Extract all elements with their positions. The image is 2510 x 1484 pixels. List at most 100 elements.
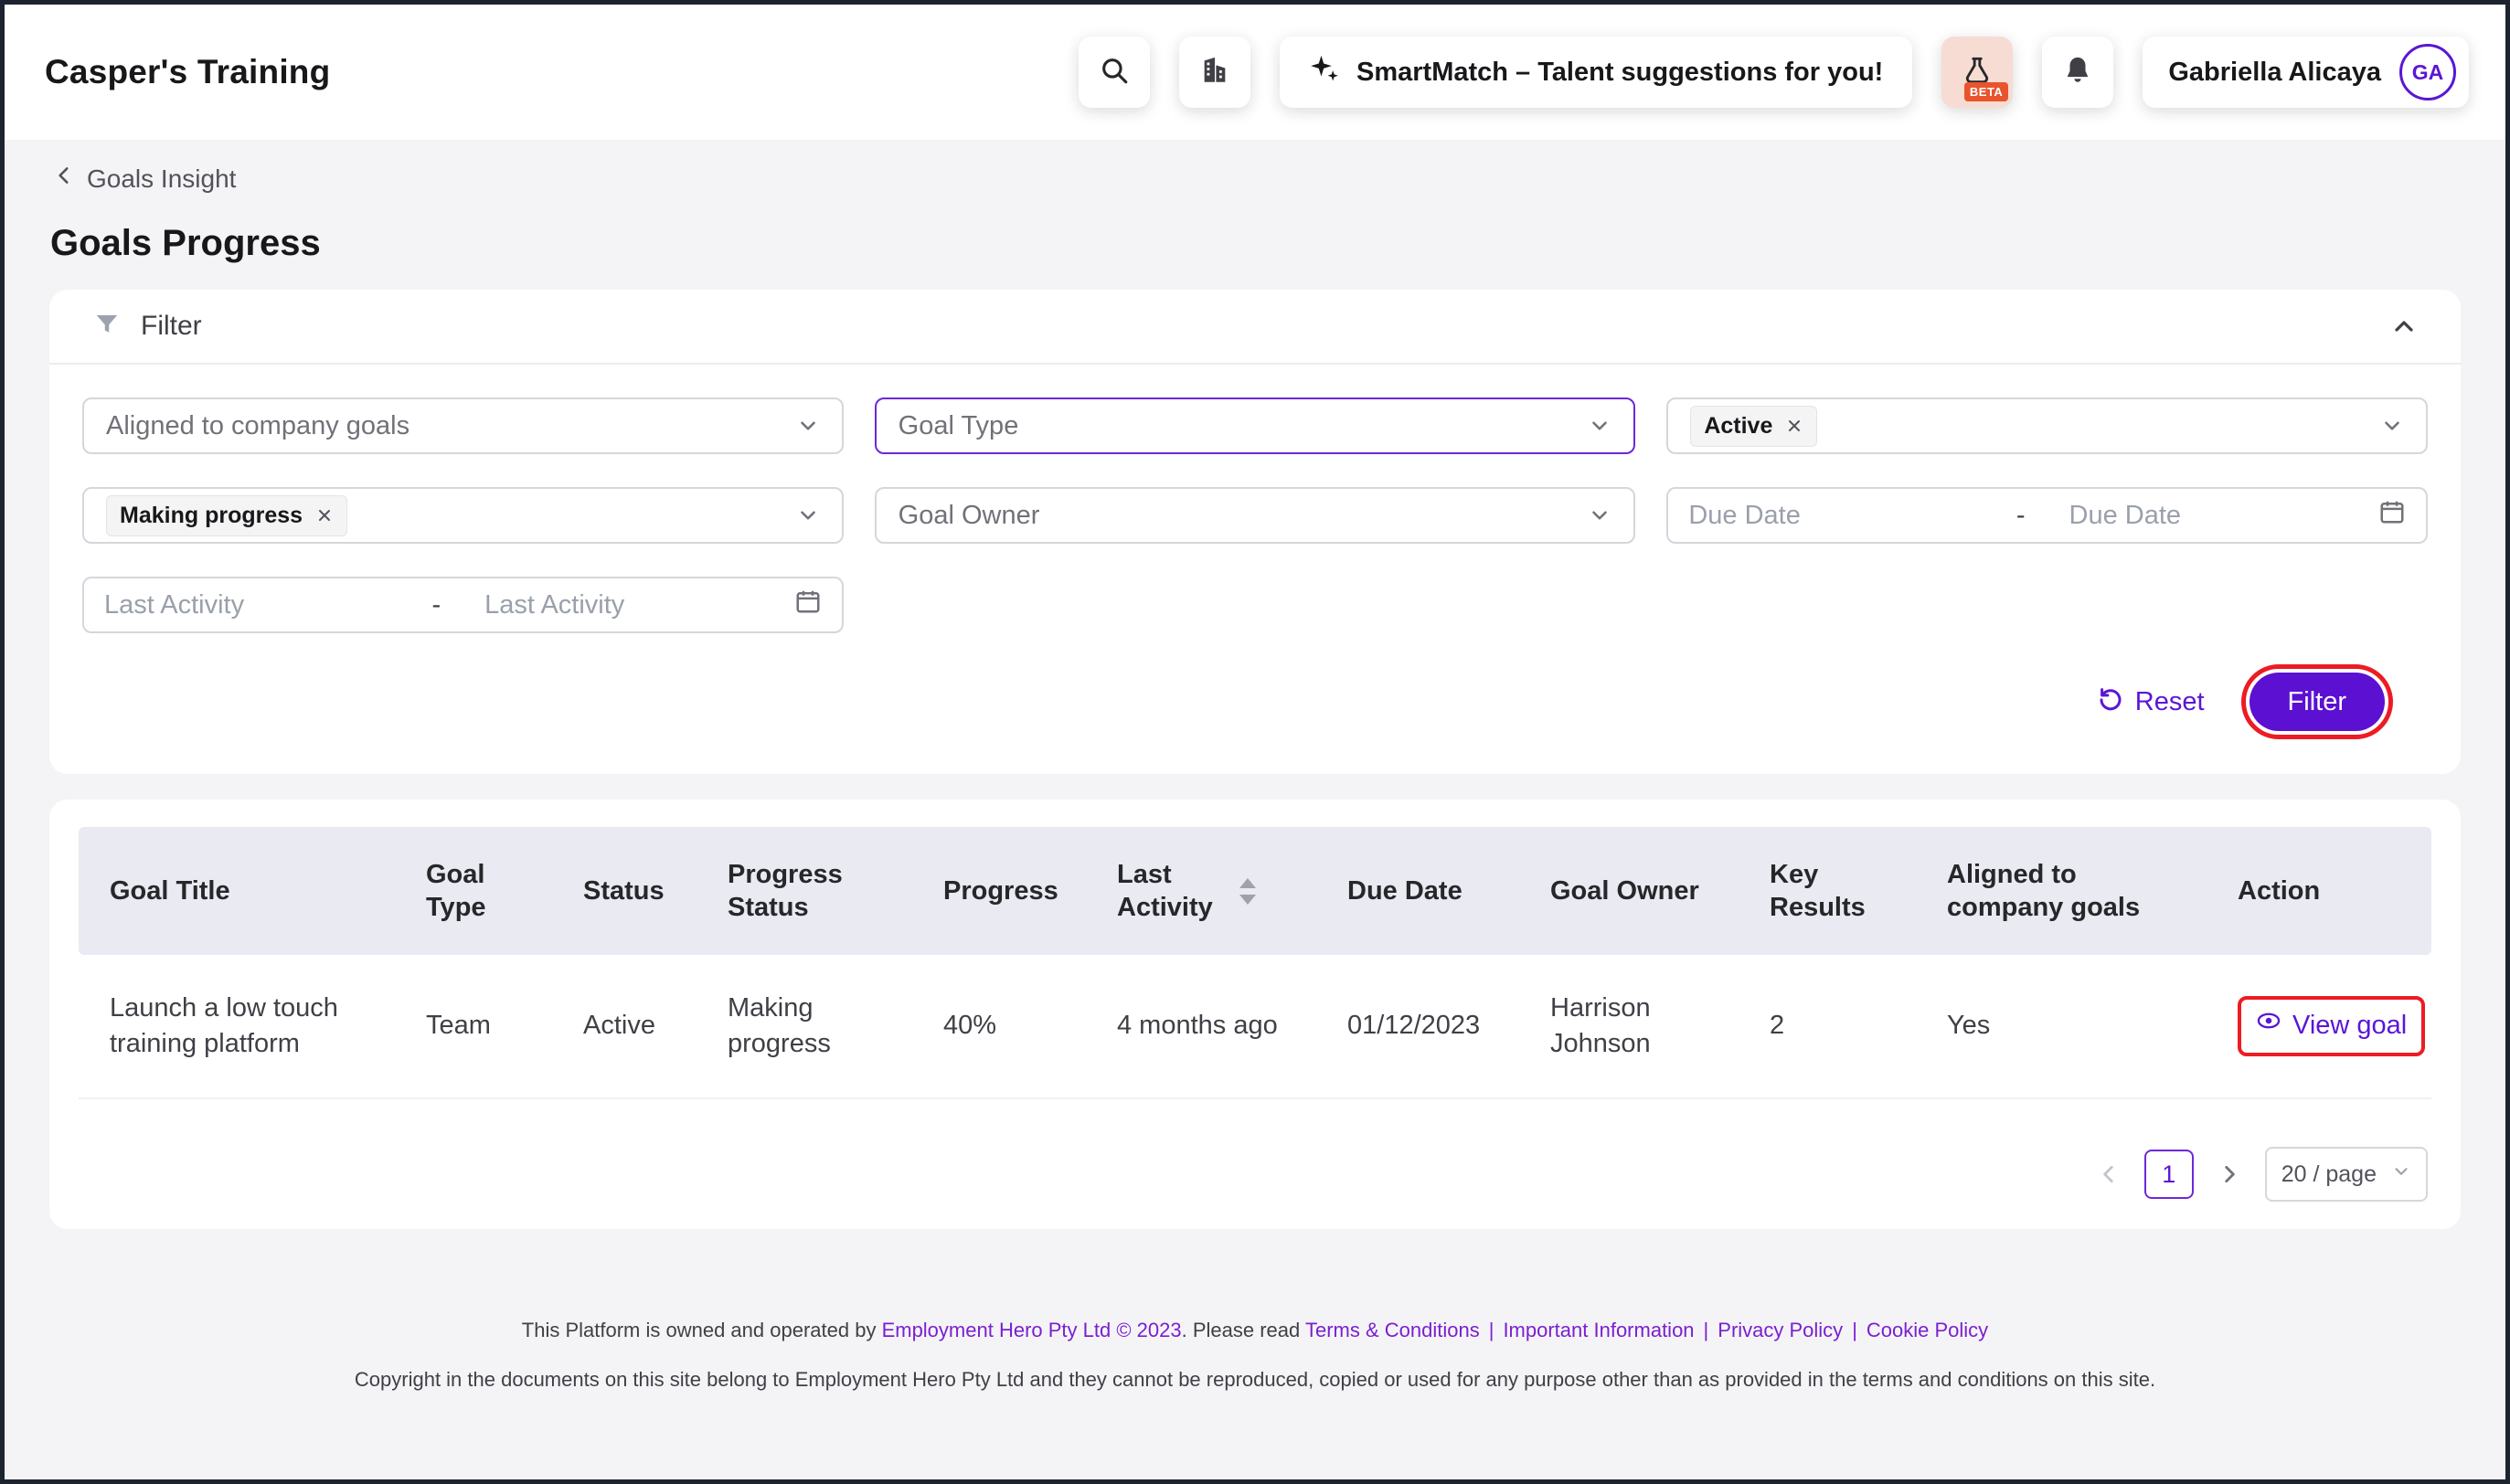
building-icon: [1199, 55, 1230, 90]
view-goal-button[interactable]: View goal: [2238, 996, 2425, 1055]
calendar-icon: [2378, 498, 2406, 533]
filter-panel-header: Filter: [49, 290, 2461, 365]
close-icon[interactable]: [315, 506, 334, 525]
labs-beta-button[interactable]: BETA: [1941, 37, 2013, 108]
annotation-highlight-filter: Filter: [2241, 664, 2393, 739]
due-date-start-input[interactable]: Due Date: [1688, 501, 1998, 531]
smartmatch-label: SmartMatch – Talent suggestions for you!: [1356, 58, 1883, 88]
breadcrumb-label: Goals Insight: [87, 164, 236, 194]
last-activity-range[interactable]: Last Activity - Last Activity: [82, 577, 844, 633]
page-number[interactable]: 1: [2144, 1150, 2194, 1199]
bell-icon: [2062, 55, 2093, 90]
col-last-activity[interactable]: Last Activity: [1117, 858, 1347, 925]
col-aligned: Aligned to company goals: [1947, 858, 2238, 925]
user-name: Gabriella Alicaya: [2168, 58, 2381, 88]
status-chip-label: Active: [1704, 413, 1772, 440]
col-goal-owner: Goal Owner: [1550, 874, 1770, 907]
footer-line2: Copyright in the documents on this site …: [5, 1368, 2505, 1392]
col-status: Status: [583, 874, 728, 907]
app-title: Casper's Training: [45, 53, 330, 91]
top-bar-actions: SmartMatch – Talent suggestions for you!…: [1079, 37, 2469, 108]
filter-panel: Filter Aligned to company goals Goal Typ…: [49, 290, 2461, 774]
chevron-down-icon: [2380, 414, 2404, 438]
goal-type-placeholder: Goal Type: [899, 411, 1019, 441]
cell-action: View goal: [2238, 996, 2431, 1055]
sparkle-icon: [1309, 53, 1340, 91]
range-separator: -: [2016, 501, 2026, 531]
cell-progress-status: Making progress: [728, 991, 943, 1062]
col-goal-type: Goal Type: [426, 858, 583, 925]
col-key-results: Key Results: [1770, 858, 1947, 925]
previous-page-button[interactable]: [2097, 1162, 2121, 1186]
goals-table-card: Goal Title Goal Type Status Progress Sta…: [49, 800, 2461, 1229]
chevron-down-icon: [796, 504, 820, 527]
cell-status: Active: [583, 1008, 728, 1044]
cell-last-activity: 4 months ago: [1117, 1008, 1347, 1044]
cell-goal-title: Launch a low touch training platform: [79, 991, 426, 1062]
breadcrumb-back[interactable]: Goals Insight: [52, 164, 236, 194]
progress-status-chip: Making progress: [106, 495, 347, 536]
chevron-down-icon: [1588, 504, 1611, 527]
footer-separator: |: [1852, 1319, 1857, 1341]
footer-separator: |: [1704, 1319, 1709, 1341]
cell-key-results: 2: [1770, 1008, 1947, 1044]
footer-company-link[interactable]: Employment Hero Pty Ltd © 2023: [882, 1319, 1182, 1341]
footer-line1: This Platform is owned and operated by E…: [5, 1319, 2505, 1342]
smartmatch-button[interactable]: SmartMatch – Talent suggestions for you!: [1280, 37, 1912, 108]
last-activity-end-input[interactable]: Last Activity: [459, 590, 794, 620]
filter-submit-button[interactable]: Filter: [2249, 673, 2385, 731]
company-switcher-button[interactable]: [1179, 37, 1250, 108]
due-date-end-input[interactable]: Due Date: [2044, 501, 2379, 531]
cell-goal-type: Team: [426, 1008, 583, 1044]
footer-link-cookie[interactable]: Cookie Policy: [1867, 1319, 1988, 1341]
search-button[interactable]: [1079, 37, 1150, 108]
range-separator: -: [432, 590, 441, 620]
page-size-select[interactable]: 20 / page: [2265, 1147, 2428, 1202]
last-activity-start-input[interactable]: Last Activity: [104, 590, 414, 620]
calendar-icon: [794, 588, 822, 622]
progress-status-chip-label: Making progress: [120, 503, 303, 529]
notifications-button[interactable]: [2042, 37, 2113, 108]
user-menu[interactable]: Gabriella Alicaya GA: [2143, 37, 2469, 108]
filter-actions: Reset Filter: [82, 633, 2428, 774]
search-icon: [1099, 55, 1130, 90]
due-date-range[interactable]: Due Date - Due Date: [1666, 487, 2428, 544]
collapse-filter-button[interactable]: [2389, 312, 2419, 341]
footer-link-important[interactable]: Important Information: [1503, 1319, 1694, 1341]
footer-text: . Please read: [1182, 1319, 1305, 1341]
reset-button[interactable]: Reset: [2097, 684, 2205, 719]
table-header-row: Goal Title Goal Type Status Progress Sta…: [79, 827, 2431, 955]
page-size-value: 20 / page: [2281, 1161, 2377, 1188]
filter-panel-body: Aligned to company goals Goal Type Activ…: [49, 365, 2461, 774]
col-progress: Progress: [943, 874, 1117, 907]
app-window: Casper's Training SmartMatch – Talent su…: [0, 0, 2510, 1484]
reset-label: Reset: [2135, 687, 2205, 717]
funnel-icon: [93, 311, 121, 343]
aligned-placeholder: Aligned to company goals: [106, 411, 409, 441]
footer-link-privacy[interactable]: Privacy Policy: [1718, 1319, 1843, 1341]
footer-link-terms[interactable]: Terms & Conditions: [1305, 1319, 1480, 1341]
goal-owner-placeholder: Goal Owner: [899, 501, 1040, 531]
eye-icon: [2256, 1008, 2281, 1044]
goal-owner-select[interactable]: Goal Owner: [875, 487, 1636, 544]
cell-due-date: 01/12/2023: [1347, 1008, 1550, 1044]
view-goal-label: View goal: [2292, 1008, 2407, 1044]
chevron-down-icon: [796, 414, 820, 438]
col-goal-title: Goal Title: [79, 874, 426, 907]
progress-status-select[interactable]: Making progress: [82, 487, 844, 544]
sort-icon[interactable]: [1239, 878, 1256, 905]
reset-icon: [2097, 684, 2124, 719]
aligned-to-company-goals-select[interactable]: Aligned to company goals: [82, 398, 844, 454]
page-title: Goals Progress: [50, 223, 2505, 264]
next-page-button[interactable]: [2218, 1162, 2241, 1186]
filter-panel-title: Filter: [141, 311, 202, 342]
cell-progress: 40%: [943, 1008, 1117, 1044]
close-icon[interactable]: [1785, 417, 1803, 435]
col-action: Action: [2238, 874, 2431, 907]
footer-text: This Platform is owned and operated by: [522, 1319, 882, 1341]
goal-type-select[interactable]: Goal Type: [875, 398, 1636, 454]
col-due-date: Due Date: [1347, 874, 1550, 907]
avatar: GA: [2399, 44, 2456, 101]
status-select[interactable]: Active: [1666, 398, 2428, 454]
footer: This Platform is owned and operated by E…: [5, 1319, 2505, 1392]
